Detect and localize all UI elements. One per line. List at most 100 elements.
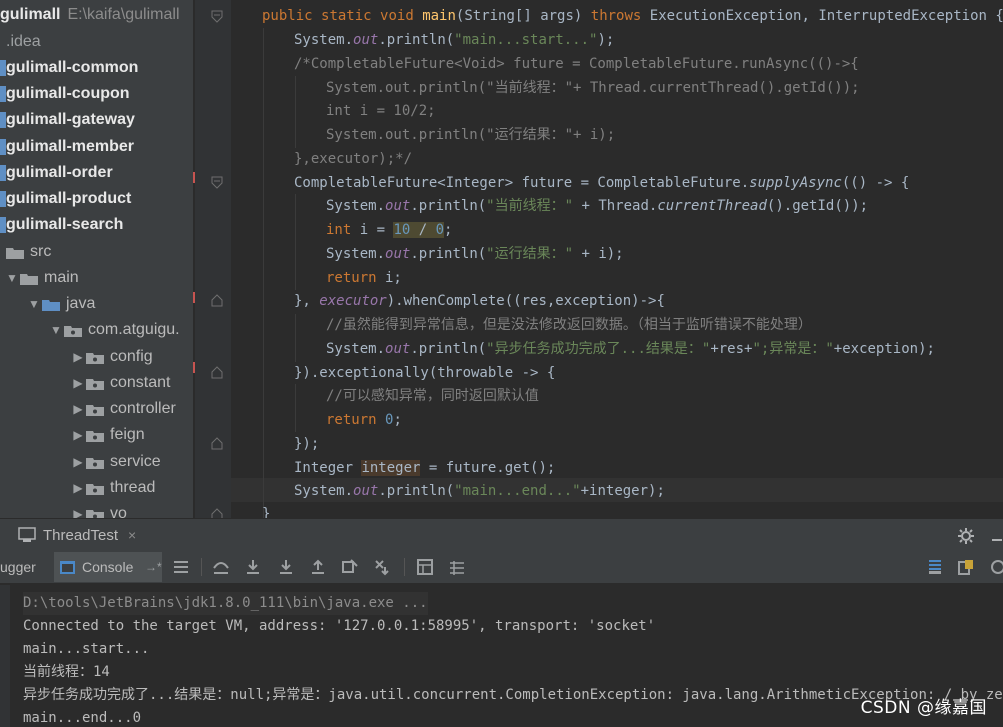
tree-item[interactable]: ▶ controller [0,396,193,422]
chevron-down-icon[interactable]: ▼ [26,297,42,311]
tree-item-label: feign [110,426,145,443]
chevron-right-icon[interactable]: ▶ [70,507,86,518]
code-line[interactable]: },executor);*/ [294,148,412,170]
console-output[interactable]: D:\tools\JetBrains\jdk1.8.0_111\bin\java… [0,585,1003,727]
run-to-cursor-icon[interactable] [374,558,392,576]
tree-item[interactable]: src [0,239,193,265]
soft-wrap-icon[interactable] [926,558,944,576]
folder-icon [20,272,38,285]
code-line[interactable]: return i; [326,267,402,289]
code-line[interactable]: System.out.println("当前线程：" + Thread.curr… [326,195,868,217]
package-icon [64,324,82,337]
tree-item[interactable]: gulimall-gateway [0,107,193,133]
tree-item[interactable]: gulimall-search [0,212,193,238]
tree-item-label: src [30,243,52,260]
tree-item-label: gulimall-product [6,190,132,207]
menu-lines-icon[interactable] [172,558,190,576]
chevron-right-icon[interactable]: ▶ [70,428,86,442]
code-line[interactable]: }); [294,433,319,455]
tree-item[interactable]: gulimall-coupon [0,81,193,107]
code-line[interactable]: //可以感知异常，同时返回默认值 [326,385,539,407]
tree-item[interactable]: ▼ com.atguigu. [0,317,193,343]
trace-icon[interactable] [448,558,466,576]
drop-frame-icon[interactable] [341,558,359,576]
console-line: 当前线程：14 [23,664,110,680]
evaluate-icon[interactable] [416,558,434,576]
tree-item[interactable]: .idea [0,29,193,55]
fold-marker-icon[interactable] [211,176,223,189]
indent-guide [295,194,296,290]
console-gutter [0,585,10,727]
tab-threadtest[interactable]: ThreadTest × [18,519,136,551]
chevron-right-icon[interactable]: ▶ [70,481,86,495]
code-line[interactable]: Integer integer = future.get(); [294,457,555,479]
fold-marker-icon[interactable] [211,437,223,450]
fold-marker-icon[interactable] [211,294,223,307]
tree-item[interactable]: ▼ java [0,291,193,317]
console-command-line[interactable]: D:\tools\JetBrains\jdk1.8.0_111\bin\java… [23,592,428,615]
code-line[interactable]: int i = 10/2; [326,100,436,122]
fold-marker-icon[interactable] [211,10,223,23]
chevron-right-icon[interactable]: ▶ [70,402,86,416]
tab-debugger[interactable]: ugger [0,550,36,584]
chevron-right-icon[interactable]: ▶ [70,350,86,364]
code-line[interactable]: int i = 10 / 0; [326,219,452,241]
tree-item[interactable]: gulimall-member [0,134,193,160]
fold-marker-icon[interactable] [211,366,223,379]
code-line[interactable]: System.out.println("main...end..."+integ… [294,480,665,502]
folder-icon [6,246,24,259]
tree-item[interactable]: ▶ feign [0,422,193,448]
console-line: 异步任务成功完成了...结果是：null;异常是：java.util.concu… [23,687,1003,703]
tree-item[interactable]: ▶ config [0,344,193,370]
chevron-right-icon[interactable]: ▶ [70,455,86,469]
chevron-down-icon[interactable]: ▼ [48,323,64,337]
code-line[interactable]: CompletableFuture<Integer> future = Comp… [294,172,909,194]
tree-root[interactable]: gulimall E:\kaifa\gulimall [0,2,193,28]
code-line[interactable]: System.out.println("main...start..."); [294,29,614,51]
tree-item[interactable]: ▶ constant [0,370,193,396]
tree-item-label: gulimall-coupon [6,85,130,102]
force-step-into-icon[interactable] [277,558,295,576]
console-restore-icon[interactable]: →* [145,550,162,584]
code-line[interactable]: public static void main(String[] args) t… [262,5,1003,27]
code-line[interactable]: System.out.println("运行结果："+ i); [326,124,615,146]
tree-item[interactable]: ▼ main [0,265,193,291]
code-line[interactable]: /*CompletableFuture<Void> future = Compl… [294,53,859,75]
gear-icon[interactable] [957,527,975,545]
code-line[interactable]: return 0; [326,409,402,431]
tree-item[interactable]: gulimall-common [0,55,193,81]
chevron-down-icon[interactable]: ▼ [4,271,20,285]
tree-item[interactable]: gulimall-product [0,186,193,212]
print-icon[interactable] [957,558,975,576]
code-line[interactable]: } [262,503,270,518]
code-line[interactable]: System.out.println("异步任务成功完成了...结果是："+re… [326,338,935,360]
lambda-marker-icon[interactable] [193,362,197,373]
tab-console[interactable]: Console [82,550,133,584]
code-line[interactable]: //虽然能得到异常信息，但是没法修改返回数据。（相当于监听错误不能处理） [326,314,812,336]
tree-item[interactable]: ▶ thread [0,475,193,501]
step-into-icon[interactable] [244,558,262,576]
code-line[interactable]: }, executor).whenComplete((res,exception… [294,290,665,312]
code-line[interactable]: System.out.println("当前线程："+ Thread.curre… [326,77,860,99]
tree-item-label: vo [110,505,127,518]
code-line[interactable]: }).exceptionally(throwable -> { [294,362,555,384]
debug-toolbar: ugger Console →* [0,550,1003,584]
lambda-marker-icon[interactable] [193,172,197,183]
tree-item[interactable]: ▶ vo [0,501,193,518]
tree-item-label: service [110,453,161,470]
code-editor[interactable]: public static void main(String[] args) t… [231,0,1003,518]
clear-console-icon[interactable] [989,558,1003,576]
code-line[interactable]: System.out.println("运行结果：" + i); [326,243,624,265]
java-class-icon [18,527,36,542]
step-over-icon[interactable] [212,558,230,576]
package-icon [86,482,104,495]
tree-item[interactable]: gulimall-order [0,160,193,186]
indent-guide [295,314,296,362]
close-icon[interactable]: × [128,527,136,543]
step-out-icon[interactable] [309,558,327,576]
tree-item-label: controller [110,400,176,417]
chevron-right-icon[interactable]: ▶ [70,376,86,390]
lambda-marker-icon[interactable] [193,292,197,303]
minimize-icon[interactable] [990,528,1003,544]
tree-item[interactable]: ▶ service [0,449,193,475]
